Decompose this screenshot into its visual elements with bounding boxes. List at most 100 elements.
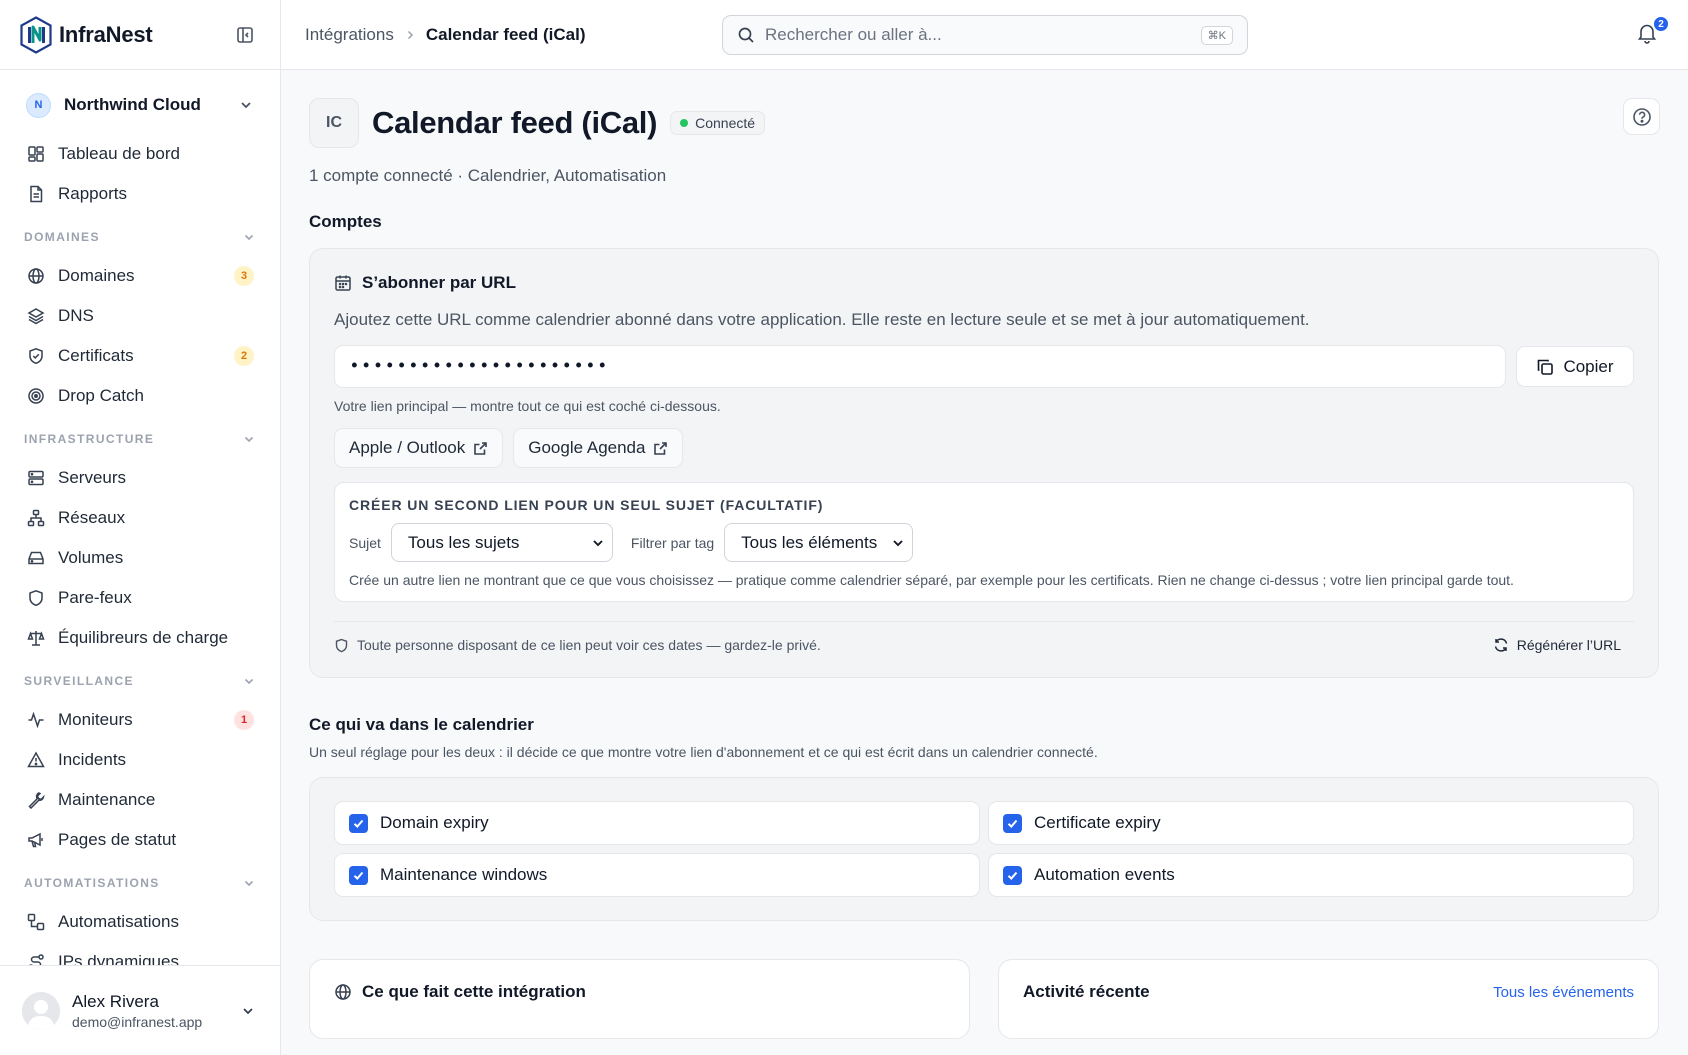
- regenerate-url-button[interactable]: Régénérer l’URL: [1493, 637, 1621, 653]
- section-automations[interactable]: AUTOMATISATIONS: [18, 864, 262, 902]
- section-infrastructure[interactable]: INFRASTRUCTURE: [18, 420, 262, 458]
- org-name: Northwind Cloud: [64, 95, 201, 114]
- document-icon: [26, 184, 46, 204]
- bottom-cards: Ce que fait cette intégration Activité r…: [309, 959, 1659, 1039]
- page-content: IC Calendar feed (iCal) Connecté 1 compt…: [281, 70, 1688, 1039]
- sidebar-item-label: Moniteurs: [58, 710, 133, 729]
- sidebar-item-label: IPs dynamiques: [58, 952, 179, 965]
- integration-header: IC Calendar feed (iCal) Connecté: [309, 98, 1660, 148]
- wrench-icon: [26, 790, 46, 810]
- copy-label: Copier: [1563, 356, 1614, 376]
- search-shortcut: ⌘K: [1200, 25, 1233, 45]
- sidebar-item-label: Équilibreurs de charge: [58, 628, 229, 647]
- divider: [334, 621, 1634, 622]
- section-monitoring[interactable]: SURVEILLANCE: [18, 662, 262, 700]
- subscription-url-field[interactable]: ••••••••••••••••••••••: [334, 345, 1506, 388]
- regenerate-label: Régénérer l’URL: [1516, 637, 1621, 653]
- sidebar-nav: N Northwind Cloud Tableau de bord Rappor…: [0, 70, 280, 965]
- search-input[interactable]: Rechercher ou aller à... ⌘K: [722, 15, 1248, 55]
- option-maintenance-windows[interactable]: Maintenance windows: [334, 853, 980, 897]
- layers-icon: [26, 306, 46, 326]
- sidebar-item-monitors[interactable]: Moniteurs 1: [18, 700, 262, 740]
- chevron-right-icon: [404, 29, 416, 41]
- second-link-note: Crée un autre lien ne montrant que ce qu…: [349, 572, 1514, 588]
- scale-icon: [26, 628, 46, 648]
- status-label: Connecté: [695, 115, 756, 131]
- subject-label: Sujet: [349, 534, 381, 551]
- sidebar-item-networks[interactable]: Réseaux: [18, 498, 262, 538]
- sidebar-item-status-pages[interactable]: Pages de statut: [18, 820, 262, 860]
- sidebar-header: InfraNest: [0, 0, 280, 70]
- avatar: [22, 991, 60, 1030]
- main-area: Intégrations Calendar feed (iCal) Recher…: [281, 0, 1688, 1055]
- url-row: •••••••••••••••••••••• Copier: [334, 345, 1634, 388]
- sidebar-item-label: Maintenance: [58, 790, 156, 809]
- count-badge: 1: [234, 710, 254, 730]
- copy-url-button[interactable]: Copier: [1516, 346, 1634, 387]
- recent-activity-card: Activité récente Tous les événements: [998, 959, 1659, 1039]
- org-switcher[interactable]: N Northwind Cloud: [18, 84, 262, 126]
- copy-icon: [1536, 358, 1554, 376]
- all-events-link[interactable]: Tous les événements: [1493, 984, 1634, 1001]
- sidebar-item-dynamic-ips[interactable]: IPs dynamiques: [18, 942, 262, 965]
- sidebar-item-volumes[interactable]: Volumes: [18, 538, 262, 578]
- subscribe-url-footer: Toute personne disposant de ce lien peut…: [334, 637, 1634, 653]
- help-button[interactable]: [1623, 98, 1660, 135]
- option-automation-events[interactable]: Automation events: [988, 853, 1634, 897]
- accounts-heading: Comptes: [309, 212, 382, 231]
- checkbox-checked-icon: [1003, 865, 1022, 885]
- chevron-down-icon: [242, 876, 256, 890]
- sidebar-item-label: DNS: [58, 306, 94, 325]
- sidebar-item-maintenance[interactable]: Maintenance: [18, 780, 262, 820]
- tag-filter-value: Tous les éléments: [741, 532, 878, 552]
- what-it-does-title: Ce que fait cette intégration: [334, 982, 586, 1002]
- org-avatar: N: [26, 92, 51, 118]
- sidebar-item-dns[interactable]: DNS: [18, 296, 262, 336]
- tag-filter-select[interactable]: Tous les éléments: [724, 523, 914, 562]
- sidebar-item-automations[interactable]: Automatisations: [18, 902, 262, 942]
- sidebar-item-domains[interactable]: Domaines 3: [18, 256, 262, 296]
- shield-icon: [334, 638, 349, 653]
- brand[interactable]: InfraNest: [19, 15, 153, 54]
- checkbox-checked-icon: [349, 865, 368, 885]
- notifications-button[interactable]: 2: [1636, 15, 1670, 48]
- sidebar-item-firewalls[interactable]: Pare-feux: [18, 578, 262, 618]
- section-label: DOMAINES: [24, 230, 100, 244]
- user-menu[interactable]: Alex Rivera demo@infranest.app: [0, 965, 280, 1055]
- google-calendar-button[interactable]: Google Agenda: [513, 428, 684, 468]
- collapse-sidebar-button[interactable]: [232, 22, 258, 48]
- card-title-label: S’abonner par URL: [362, 273, 516, 292]
- external-link-icon: [473, 441, 488, 456]
- count-badge: 3: [234, 266, 254, 286]
- sidebar-item-dashboard[interactable]: Tableau de bord: [18, 134, 262, 174]
- megaphone-icon: [26, 830, 46, 850]
- option-certificate-expiry[interactable]: Certificate expiry: [988, 801, 1634, 845]
- integration-logo: IC: [309, 98, 359, 148]
- sidebar-item-certificates[interactable]: Certificats 2: [18, 336, 262, 376]
- activity-icon: [26, 710, 46, 730]
- sidebar-item-servers[interactable]: Serveurs: [18, 458, 262, 498]
- tag-filter-label: Filtrer par tag: [630, 534, 715, 551]
- url-hint: Votre lien principal — montre tout ce qu…: [334, 398, 721, 414]
- help-circle-icon: [1632, 107, 1652, 127]
- sidebar-item-reports[interactable]: Rapports: [18, 174, 262, 214]
- network-icon: [26, 508, 46, 528]
- sidebar-item-incidents[interactable]: Incidents: [18, 740, 262, 780]
- section-label: SURVEILLANCE: [24, 674, 134, 688]
- sidebar-item-label: Réseaux: [58, 508, 126, 527]
- apple-outlook-button[interactable]: Apple / Outlook: [334, 428, 504, 468]
- sidebar-item-load-balancers[interactable]: Équilibreurs de charge: [18, 618, 262, 658]
- calendar-contents-subtitle: Un seul réglage pour les deux : il décid…: [309, 744, 1098, 760]
- card-title-label: Ce que fait cette intégration: [362, 982, 586, 1001]
- app-root: InfraNest N Northwind Cloud Tableau de b…: [0, 0, 1688, 1055]
- section-domains[interactable]: DOMAINES: [18, 218, 262, 256]
- breadcrumb-integrations[interactable]: Intégrations: [305, 25, 394, 45]
- subject-select[interactable]: Tous les sujets: [390, 523, 613, 562]
- what-it-does-card: Ce que fait cette intégration: [309, 959, 970, 1039]
- sidebar-item-drop-catch[interactable]: Drop Catch: [18, 376, 262, 416]
- server-icon: [26, 468, 46, 488]
- second-link-title: CRÉER UN SECOND LIEN POUR UN SEUL SUJET …: [349, 497, 824, 513]
- checkbox-checked-icon: [349, 813, 368, 833]
- subscribe-url-title: S’abonner par URL: [334, 273, 1634, 293]
- option-domain-expiry[interactable]: Domain expiry: [334, 801, 980, 845]
